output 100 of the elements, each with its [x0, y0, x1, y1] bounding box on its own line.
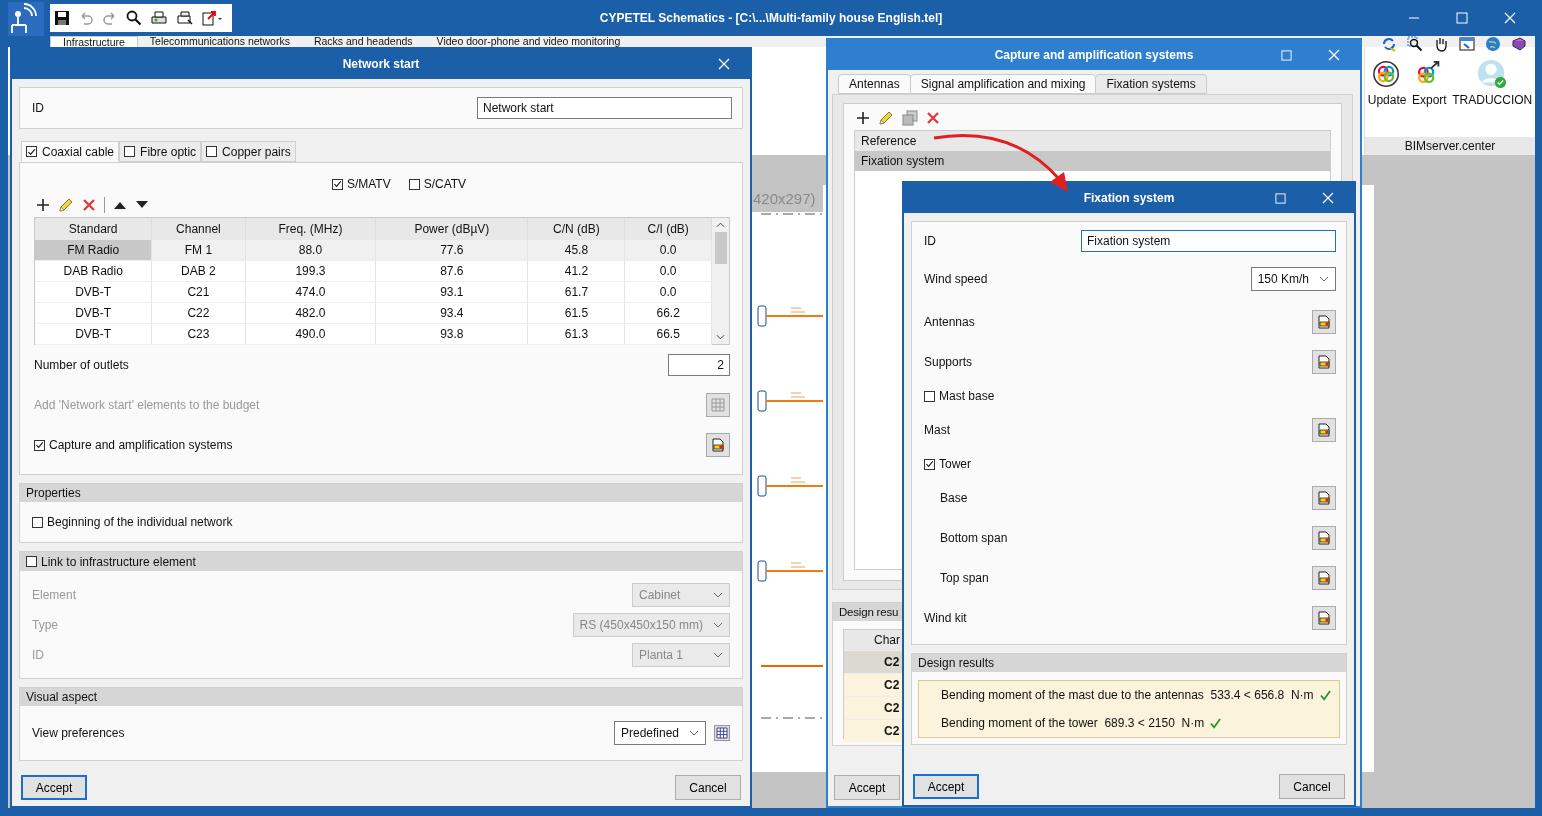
table-cell[interactable]: 199.3: [245, 260, 376, 282]
checkbox[interactable]: [924, 458, 935, 470]
printer-icon[interactable]: [150, 10, 168, 26]
table-cell[interactable]: 0.0: [624, 281, 712, 303]
edit-button[interactable]: [1312, 350, 1336, 374]
column-header[interactable]: Channel: [151, 218, 245, 240]
grid-icon[interactable]: [714, 725, 730, 741]
table-cell[interactable]: 93.1: [375, 281, 528, 303]
tab[interactable]: Fixation systems: [1095, 74, 1207, 94]
tab-label[interactable]: Fibre optic: [140, 144, 197, 159]
table-cell[interactable]: 0.0: [624, 260, 712, 282]
table-cell[interactable]: DAB Radio: [35, 260, 152, 282]
tab-label[interactable]: Coaxial cable: [42, 144, 115, 159]
number-field[interactable]: 2: [668, 354, 730, 376]
scroll-down-icon[interactable]: [716, 334, 725, 340]
checkbox[interactable]: [408, 178, 420, 190]
table-cell[interactable]: 61.5: [527, 302, 625, 324]
table-cell[interactable]: DVB-T: [35, 281, 152, 303]
checkbox[interactable]: [124, 146, 136, 157]
table-cell[interactable]: 66.2: [624, 302, 712, 324]
column-header[interactable]: C/I (dB): [624, 218, 712, 240]
table-cell[interactable]: DAB 2: [151, 260, 245, 282]
edit-button[interactable]: [1312, 310, 1336, 334]
column-header[interactable]: C/N (dB): [527, 218, 625, 240]
edit-button[interactable]: [1312, 486, 1336, 510]
redo-icon[interactable]: [102, 10, 118, 26]
ribbon-tab[interactable]: Telecommunications networks: [137, 36, 302, 47]
delete-icon[interactable]: [82, 198, 96, 212]
maximize-icon[interactable]: [1275, 193, 1286, 204]
edit-button[interactable]: [1312, 418, 1336, 442]
dropdown[interactable]: Predefined: [613, 721, 706, 745]
accept-button[interactable]: Accept: [913, 774, 979, 799]
column-header[interactable]: Power (dBµV): [375, 218, 528, 240]
move-down-icon[interactable]: [135, 200, 149, 210]
table-cell[interactable]: 88.0: [245, 240, 376, 261]
plus-icon[interactable]: [856, 111, 870, 125]
table-cell[interactable]: 93.4: [375, 302, 528, 324]
accept-button[interactable]: Accept: [834, 775, 900, 800]
list-item[interactable]: Fixation system: [855, 151, 1330, 171]
table-cell[interactable]: 482.0: [245, 302, 376, 324]
table-cell[interactable]: DVB-T: [35, 302, 152, 324]
column-header[interactable]: Reference: [855, 131, 1330, 151]
plus-icon[interactable]: [36, 198, 50, 212]
table-cell[interactable]: 490.0: [245, 323, 376, 345]
ribbon-tab[interactable]: Video door-phone and video monitoring: [424, 36, 633, 47]
zoom-icon[interactable]: [1407, 36, 1423, 52]
tab[interactable]: Signal amplification and mixing: [909, 74, 1097, 94]
search-icon[interactable]: [126, 10, 142, 26]
close-icon[interactable]: [718, 58, 730, 70]
user-avatar-icon[interactable]: [1477, 59, 1508, 89]
move-up-icon[interactable]: [113, 200, 127, 210]
cancel-button[interactable]: Cancel: [1279, 774, 1345, 799]
checkbox[interactable]: [26, 556, 37, 567]
refresh-icon[interactable]: [1381, 36, 1397, 52]
tab-label[interactable]: Copper pairs: [222, 144, 291, 159]
ribbon-button-label[interactable]: Export: [1412, 93, 1447, 107]
tab[interactable]: Fibre optic: [119, 141, 202, 162]
maximize-icon[interactable]: [1456, 12, 1468, 24]
table-cell[interactable]: 61.7: [527, 281, 625, 303]
column-header[interactable]: Standard: [35, 218, 152, 240]
ribbon-button-label[interactable]: Update: [1367, 93, 1407, 107]
printer-icon[interactable]: [176, 10, 194, 26]
checkbox[interactable]: [34, 439, 45, 451]
table-cell[interactable]: 66.5: [624, 323, 712, 345]
cancel-button[interactable]: Cancel: [675, 775, 741, 800]
table-cell[interactable]: 61.3: [527, 323, 625, 345]
table-cell[interactable]: C21: [151, 281, 245, 303]
tab[interactable]: Antennas: [838, 74, 911, 94]
table-cell[interactable]: FM 1: [151, 240, 245, 261]
delete-icon[interactable]: [926, 111, 940, 125]
pencil-icon[interactable]: [878, 110, 894, 126]
table-cell[interactable]: C22: [151, 302, 245, 324]
edit-button[interactable]: [1312, 606, 1336, 630]
checkbox[interactable]: [206, 146, 218, 157]
edit-button[interactable]: [1312, 566, 1336, 590]
table-cell[interactable]: 87.6: [375, 260, 528, 282]
undo-icon[interactable]: [78, 10, 94, 26]
ribbon-button-label[interactable]: TRADUCCION: [1452, 93, 1533, 107]
column-header[interactable]: Freq. (MHz): [245, 218, 376, 240]
table-cell[interactable]: 0.0: [624, 240, 712, 261]
close-icon[interactable]: [1322, 192, 1334, 204]
table-cell[interactable]: C23: [151, 323, 245, 345]
tab[interactable]: Coaxial cable: [21, 141, 120, 162]
id-field[interactable]: Fixation system: [1081, 230, 1336, 252]
save-icon[interactable]: [54, 10, 70, 26]
checkbox[interactable]: [32, 516, 43, 528]
edit-button[interactable]: [1312, 526, 1336, 550]
table-cell[interactable]: 41.2: [527, 260, 625, 282]
id-field[interactable]: Network start: [477, 97, 732, 119]
tab[interactable]: Copper pairs: [201, 141, 296, 162]
pencil-icon[interactable]: [58, 197, 74, 213]
checkbox[interactable]: [924, 390, 935, 402]
table-cell[interactable]: FM Radio: [35, 240, 152, 261]
close-icon[interactable]: [1328, 49, 1340, 61]
checkbox[interactable]: [26, 146, 37, 157]
edit-button[interactable]: [706, 433, 730, 457]
close-icon[interactable]: [1504, 12, 1516, 24]
screen-icon[interactable]: [1459, 36, 1475, 52]
hand-icon[interactable]: [1433, 36, 1449, 52]
checkbox[interactable]: [331, 178, 343, 190]
